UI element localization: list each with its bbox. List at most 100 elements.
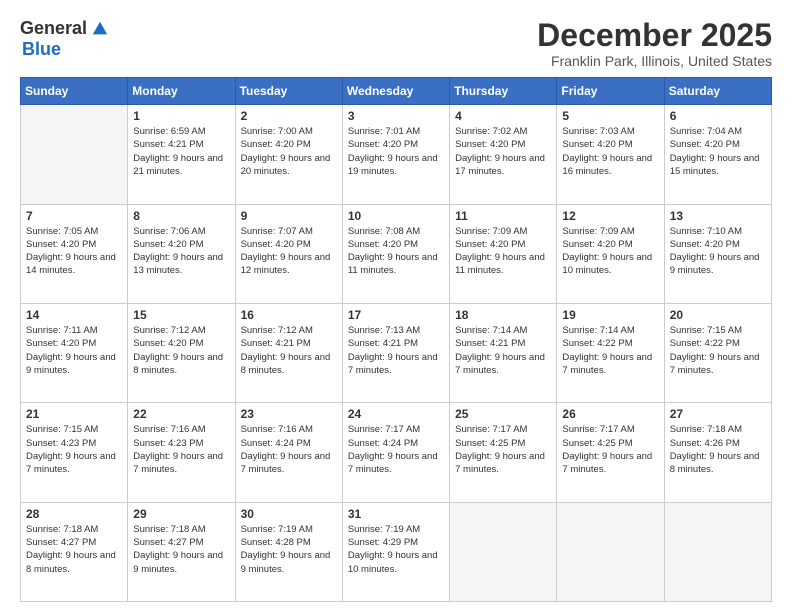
- day-number: 3: [348, 109, 444, 123]
- day-number: 7: [26, 209, 122, 223]
- daylight-text: Daylight: 9 hours and 7 minutes.: [133, 450, 229, 477]
- sunset-text: Sunset: 4:20 PM: [455, 238, 551, 251]
- table-row: 25 Sunrise: 7:17 AM Sunset: 4:25 PM Dayl…: [450, 403, 557, 502]
- day-number: 23: [241, 407, 337, 421]
- day-number: 22: [133, 407, 229, 421]
- day-number: 1: [133, 109, 229, 123]
- sunrise-text: Sunrise: 7:01 AM: [348, 125, 444, 138]
- sunrise-text: Sunrise: 7:17 AM: [455, 423, 551, 436]
- daylight-text: Daylight: 9 hours and 8 minutes.: [670, 450, 766, 477]
- table-row: 16 Sunrise: 7:12 AM Sunset: 4:21 PM Dayl…: [235, 303, 342, 402]
- header-friday: Friday: [557, 78, 664, 105]
- logo-general-text: General: [20, 18, 87, 39]
- calendar-week-row: 1 Sunrise: 6:59 AM Sunset: 4:21 PM Dayli…: [21, 105, 772, 204]
- sunrise-text: Sunrise: 7:07 AM: [241, 225, 337, 238]
- daylight-text: Daylight: 9 hours and 7 minutes.: [455, 450, 551, 477]
- day-number: 14: [26, 308, 122, 322]
- sunset-text: Sunset: 4:24 PM: [348, 437, 444, 450]
- header-wednesday: Wednesday: [342, 78, 449, 105]
- table-row: 14 Sunrise: 7:11 AM Sunset: 4:20 PM Dayl…: [21, 303, 128, 402]
- month-title: December 2025: [537, 18, 772, 53]
- day-number: 21: [26, 407, 122, 421]
- daylight-text: Daylight: 9 hours and 7 minutes.: [455, 351, 551, 378]
- sunset-text: Sunset: 4:20 PM: [670, 138, 766, 151]
- day-number: 24: [348, 407, 444, 421]
- daylight-text: Daylight: 9 hours and 9 minutes.: [670, 251, 766, 278]
- sunset-text: Sunset: 4:21 PM: [241, 337, 337, 350]
- daylight-text: Daylight: 9 hours and 9 minutes.: [241, 549, 337, 576]
- table-row: 8 Sunrise: 7:06 AM Sunset: 4:20 PM Dayli…: [128, 204, 235, 303]
- location: Franklin Park, Illinois, United States: [537, 53, 772, 69]
- sunrise-text: Sunrise: 7:17 AM: [348, 423, 444, 436]
- sunrise-text: Sunrise: 7:03 AM: [562, 125, 658, 138]
- table-row: 4 Sunrise: 7:02 AM Sunset: 4:20 PM Dayli…: [450, 105, 557, 204]
- calendar-header-row: Sunday Monday Tuesday Wednesday Thursday…: [21, 78, 772, 105]
- daylight-text: Daylight: 9 hours and 20 minutes.: [241, 152, 337, 179]
- sunset-text: Sunset: 4:23 PM: [133, 437, 229, 450]
- table-row: 21 Sunrise: 7:15 AM Sunset: 4:23 PM Dayl…: [21, 403, 128, 502]
- calendar-week-row: 28 Sunrise: 7:18 AM Sunset: 4:27 PM Dayl…: [21, 502, 772, 601]
- sunset-text: Sunset: 4:23 PM: [26, 437, 122, 450]
- sunset-text: Sunset: 4:21 PM: [348, 337, 444, 350]
- sunrise-text: Sunrise: 7:08 AM: [348, 225, 444, 238]
- day-number: 13: [670, 209, 766, 223]
- daylight-text: Daylight: 9 hours and 8 minutes.: [241, 351, 337, 378]
- table-row: 23 Sunrise: 7:16 AM Sunset: 4:24 PM Dayl…: [235, 403, 342, 502]
- sunset-text: Sunset: 4:20 PM: [562, 238, 658, 251]
- table-row: 7 Sunrise: 7:05 AM Sunset: 4:20 PM Dayli…: [21, 204, 128, 303]
- daylight-text: Daylight: 9 hours and 10 minutes.: [562, 251, 658, 278]
- table-row: 19 Sunrise: 7:14 AM Sunset: 4:22 PM Dayl…: [557, 303, 664, 402]
- table-row: [450, 502, 557, 601]
- daylight-text: Daylight: 9 hours and 7 minutes.: [670, 351, 766, 378]
- calendar-week-row: 14 Sunrise: 7:11 AM Sunset: 4:20 PM Dayl…: [21, 303, 772, 402]
- sunset-text: Sunset: 4:26 PM: [670, 437, 766, 450]
- sunset-text: Sunset: 4:27 PM: [133, 536, 229, 549]
- day-number: 30: [241, 507, 337, 521]
- sunset-text: Sunset: 4:20 PM: [241, 138, 337, 151]
- daylight-text: Daylight: 9 hours and 9 minutes.: [133, 549, 229, 576]
- day-number: 17: [348, 308, 444, 322]
- table-row: 15 Sunrise: 7:12 AM Sunset: 4:20 PM Dayl…: [128, 303, 235, 402]
- page: General Blue December 2025 Franklin Park…: [0, 0, 792, 612]
- day-number: 31: [348, 507, 444, 521]
- sunrise-text: Sunrise: 7:13 AM: [348, 324, 444, 337]
- day-number: 25: [455, 407, 551, 421]
- table-row: [664, 502, 771, 601]
- table-row: 26 Sunrise: 7:17 AM Sunset: 4:25 PM Dayl…: [557, 403, 664, 502]
- table-row: [21, 105, 128, 204]
- day-number: 28: [26, 507, 122, 521]
- table-row: 24 Sunrise: 7:17 AM Sunset: 4:24 PM Dayl…: [342, 403, 449, 502]
- sunrise-text: Sunrise: 7:18 AM: [133, 523, 229, 536]
- calendar-week-row: 21 Sunrise: 7:15 AM Sunset: 4:23 PM Dayl…: [21, 403, 772, 502]
- table-row: [557, 502, 664, 601]
- sunset-text: Sunset: 4:20 PM: [26, 337, 122, 350]
- day-number: 27: [670, 407, 766, 421]
- sunrise-text: Sunrise: 7:17 AM: [562, 423, 658, 436]
- table-row: 17 Sunrise: 7:13 AM Sunset: 4:21 PM Dayl…: [342, 303, 449, 402]
- day-number: 4: [455, 109, 551, 123]
- sunrise-text: Sunrise: 7:02 AM: [455, 125, 551, 138]
- day-number: 16: [241, 308, 337, 322]
- daylight-text: Daylight: 9 hours and 12 minutes.: [241, 251, 337, 278]
- sunrise-text: Sunrise: 7:14 AM: [455, 324, 551, 337]
- header: General Blue December 2025 Franklin Park…: [20, 18, 772, 69]
- sunrise-text: Sunrise: 7:00 AM: [241, 125, 337, 138]
- sunrise-text: Sunrise: 7:05 AM: [26, 225, 122, 238]
- sunrise-text: Sunrise: 7:09 AM: [455, 225, 551, 238]
- sunrise-text: Sunrise: 7:15 AM: [670, 324, 766, 337]
- day-number: 5: [562, 109, 658, 123]
- title-block: December 2025 Franklin Park, Illinois, U…: [537, 18, 772, 69]
- table-row: 13 Sunrise: 7:10 AM Sunset: 4:20 PM Dayl…: [664, 204, 771, 303]
- sunset-text: Sunset: 4:21 PM: [455, 337, 551, 350]
- daylight-text: Daylight: 9 hours and 7 minutes.: [348, 351, 444, 378]
- sunrise-text: Sunrise: 6:59 AM: [133, 125, 229, 138]
- daylight-text: Daylight: 9 hours and 7 minutes.: [348, 450, 444, 477]
- sunset-text: Sunset: 4:20 PM: [562, 138, 658, 151]
- sunrise-text: Sunrise: 7:19 AM: [241, 523, 337, 536]
- daylight-text: Daylight: 9 hours and 14 minutes.: [26, 251, 122, 278]
- daylight-text: Daylight: 9 hours and 15 minutes.: [670, 152, 766, 179]
- sunset-text: Sunset: 4:25 PM: [562, 437, 658, 450]
- sunrise-text: Sunrise: 7:19 AM: [348, 523, 444, 536]
- sunrise-text: Sunrise: 7:06 AM: [133, 225, 229, 238]
- sunset-text: Sunset: 4:22 PM: [562, 337, 658, 350]
